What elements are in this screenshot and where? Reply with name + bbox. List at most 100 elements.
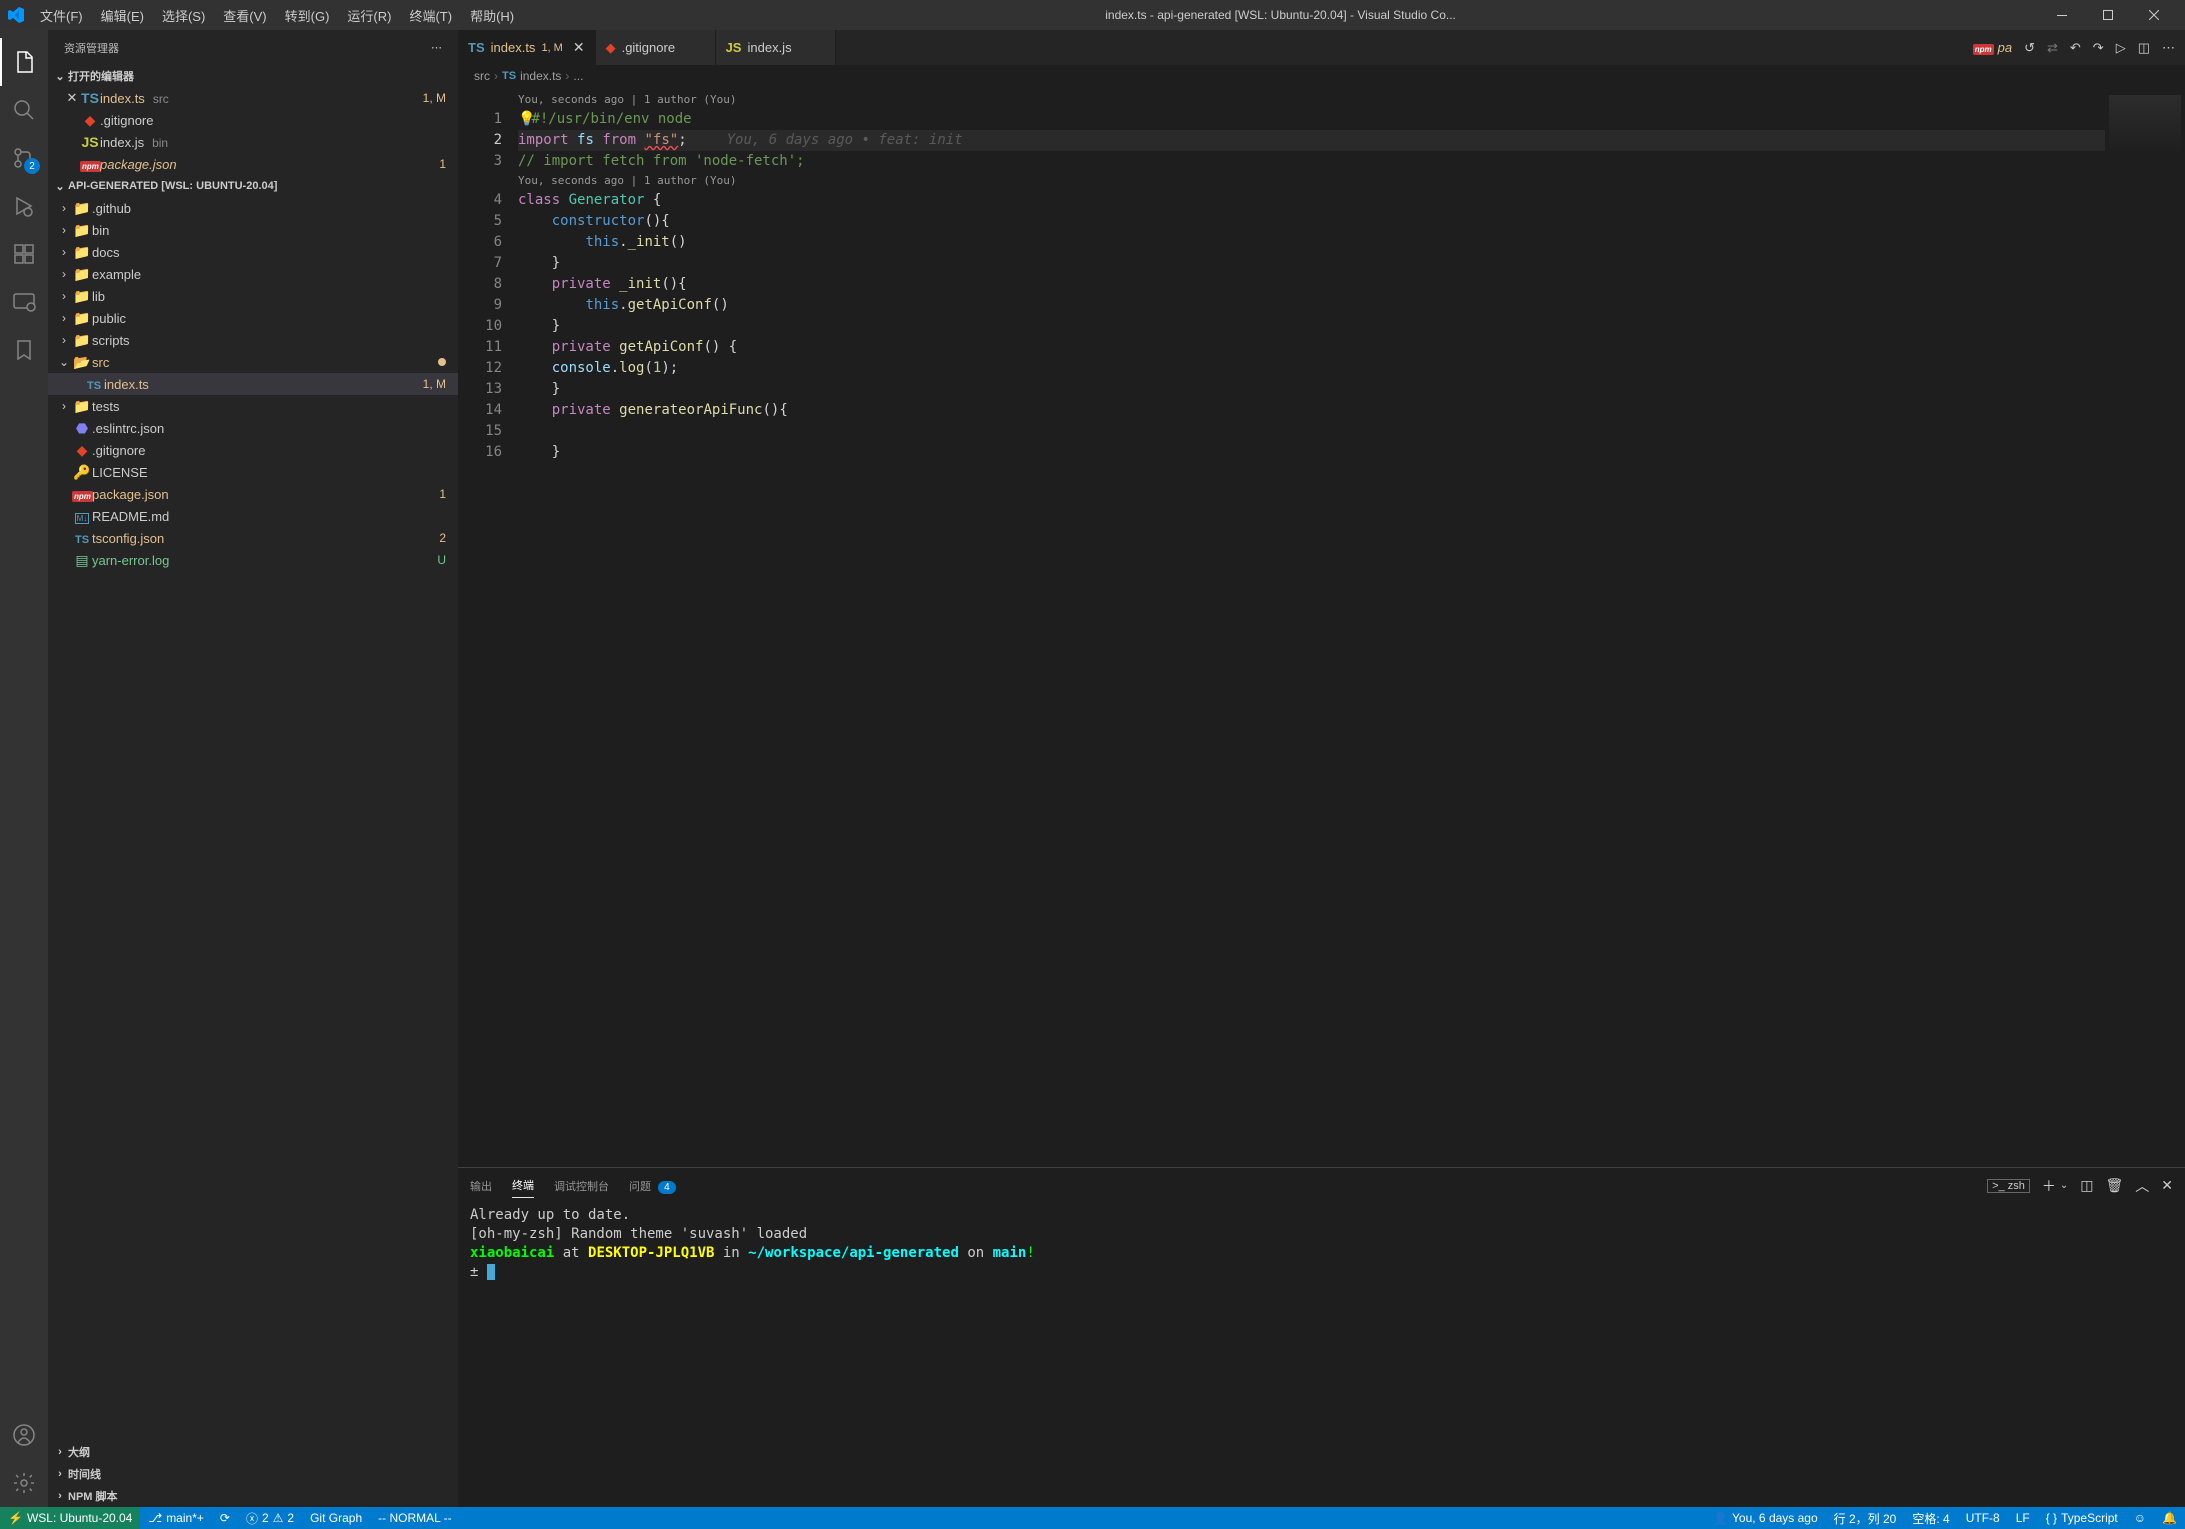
folder-item[interactable]: ›📁.github: [48, 197, 458, 219]
timeline-header[interactable]: › 时间线: [48, 1463, 458, 1485]
editor-tab[interactable]: ◆ .gitignore: [596, 30, 716, 65]
status-sync[interactable]: ⟳: [212, 1507, 238, 1529]
history-icon[interactable]: ↺: [2024, 40, 2035, 56]
breadcrumb-item[interactable]: ...: [573, 69, 583, 83]
menu-go[interactable]: 转到(G): [277, 2, 338, 29]
activity-scm[interactable]: 2: [0, 134, 48, 182]
status-gitgraph[interactable]: Git Graph: [302, 1507, 370, 1529]
status-branch[interactable]: ⎇ main*+: [140, 1507, 212, 1529]
open-editors-list: ✕ TS index.tssrc 1, M ◆ .gitignore JS in…: [48, 87, 458, 175]
changes-icon[interactable]: ⇄: [2047, 40, 2058, 56]
terminal-dropdown-icon[interactable]: ⌄: [2060, 1180, 2068, 1191]
close-icon[interactable]: ✕: [64, 90, 80, 106]
editor-tab[interactable]: TS index.ts 1, M ✕: [458, 30, 596, 65]
status-encoding[interactable]: UTF-8: [1958, 1507, 2008, 1529]
menu-edit[interactable]: 编辑(E): [93, 2, 152, 29]
panel-tab-output[interactable]: 输出: [470, 1174, 492, 1198]
workspace-header[interactable]: ⌄ API-GENERATED [WSL: UBUNTU-20.04]: [48, 175, 458, 197]
more-icon[interactable]: ⋯: [2162, 40, 2175, 56]
kill-terminal-icon[interactable]: 🗑: [2105, 1177, 2123, 1194]
status-feedback[interactable]: ☺: [2126, 1507, 2154, 1529]
sidebar-more-icon[interactable]: ⋯: [431, 41, 442, 54]
status-problems[interactable]: ⓧ2 ⚠2: [238, 1507, 302, 1529]
folder-icon: 📁: [72, 398, 92, 415]
panel-tab-debug[interactable]: 调试控制台: [554, 1174, 609, 1198]
open-editor-item[interactable]: ◆ .gitignore: [48, 109, 458, 131]
panel-tab-problems[interactable]: 问题 4: [629, 1174, 676, 1198]
file-item[interactable]: TStsconfig.json2: [48, 527, 458, 549]
file-name: index.tssrc: [100, 91, 415, 106]
status-remote[interactable]: ⚡ WSL: Ubuntu-20.04: [0, 1507, 140, 1529]
file-item[interactable]: npmpackage.json1: [48, 483, 458, 505]
close-panel-icon[interactable]: ✕: [2161, 1177, 2173, 1194]
file-item[interactable]: M↓README.md: [48, 505, 458, 527]
split-terminal-icon[interactable]: ◫: [2080, 1177, 2093, 1194]
outline-header[interactable]: › 大纲: [48, 1441, 458, 1463]
terminal-input-line[interactable]: ±: [470, 1264, 2173, 1283]
menu-help[interactable]: 帮助(H): [462, 2, 522, 29]
minimap[interactable]: [2105, 87, 2185, 1167]
open-editor-item[interactable]: npm package.json 1: [48, 153, 458, 175]
open-editor-item[interactable]: ✕ TS index.tssrc 1, M: [48, 87, 458, 109]
editor-body[interactable]: 1 2 3 4 5 6 7 8 9 10 11 12 13 14 15 16 Y…: [458, 87, 2185, 1167]
terminal[interactable]: Already up to date. [oh-my-zsh] Random t…: [458, 1203, 2185, 1507]
status-eol[interactable]: LF: [2008, 1507, 2038, 1529]
activity-bookmarks[interactable]: [0, 326, 48, 374]
activity-run-debug[interactable]: [0, 182, 48, 230]
next-change-icon[interactable]: ↷: [2093, 40, 2104, 56]
close-button[interactable]: [2131, 0, 2177, 30]
activity-remote[interactable]: [0, 278, 48, 326]
prev-change-icon[interactable]: ↶: [2070, 40, 2081, 56]
folder-item[interactable]: ›📁public: [48, 307, 458, 329]
editor-tabs: TS index.ts 1, M ✕ ◆ .gitignore JS index…: [458, 30, 2185, 65]
breadcrumb-item[interactable]: src: [474, 69, 490, 83]
menu-view[interactable]: 查看(V): [215, 2, 274, 29]
status-cursor-position[interactable]: 行 2，列 20: [1826, 1507, 1905, 1529]
folder-item[interactable]: ›📁bin: [48, 219, 458, 241]
folder-item[interactable]: ›📁tests: [48, 395, 458, 417]
open-editors-header[interactable]: ⌄ 打开的编辑器: [48, 65, 458, 87]
new-terminal-icon[interactable]: ＋: [2042, 1176, 2056, 1196]
close-icon[interactable]: ✕: [573, 39, 585, 56]
file-item[interactable]: ⬣.eslintrc.json: [48, 417, 458, 439]
open-editor-item[interactable]: JS index.jsbin: [48, 131, 458, 153]
status-indent[interactable]: 空格: 4: [1904, 1507, 1957, 1529]
editor-tab[interactable]: JS index.js: [716, 30, 836, 65]
split-editor-icon[interactable]: ◫: [2138, 40, 2150, 56]
maximize-panel-icon[interactable]: ︿: [2135, 1176, 2149, 1196]
activity-extensions[interactable]: [0, 230, 48, 278]
run-icon[interactable]: ▷: [2116, 40, 2126, 56]
status-vim-mode[interactable]: -- NORMAL --: [370, 1507, 460, 1529]
menu-run[interactable]: 运行(R): [339, 2, 399, 29]
file-item[interactable]: TSindex.ts1, M: [48, 373, 458, 395]
tab-label-overflow[interactable]: pa: [1998, 40, 2012, 55]
file-item[interactable]: ◆.gitignore: [48, 439, 458, 461]
codelens[interactable]: You, seconds ago | 1 author (You): [518, 172, 2105, 190]
code-area[interactable]: You, seconds ago | 1 author (You) 💡#!/us…: [518, 87, 2105, 1167]
menu-selection[interactable]: 选择(S): [154, 2, 213, 29]
folder-item[interactable]: ›📁scripts: [48, 329, 458, 351]
folder-item[interactable]: ›📁docs: [48, 241, 458, 263]
activity-account[interactable]: [0, 1411, 48, 1459]
folder-item[interactable]: ⌄📂src: [48, 351, 458, 373]
menu-file[interactable]: 文件(F): [32, 2, 91, 29]
npm-scripts-header[interactable]: › NPM 脚本: [48, 1485, 458, 1507]
maximize-button[interactable]: [2085, 0, 2131, 30]
minimize-button[interactable]: [2039, 0, 2085, 30]
terminal-profile[interactable]: >_ zsh: [1987, 1179, 2030, 1193]
breadcrumb[interactable]: src › TS index.ts › ...: [458, 65, 2185, 87]
file-item[interactable]: 🔑LICENSE: [48, 461, 458, 483]
file-item[interactable]: ▤yarn-error.logU: [48, 549, 458, 571]
menu-terminal[interactable]: 终端(T): [401, 2, 460, 29]
folder-item[interactable]: ›📁lib: [48, 285, 458, 307]
activity-search[interactable]: [0, 86, 48, 134]
folder-item[interactable]: ›📁example: [48, 263, 458, 285]
panel-tab-terminal[interactable]: 终端: [512, 1173, 534, 1198]
activity-explorer[interactable]: [0, 38, 48, 86]
status-notifications[interactable]: 🔔: [2154, 1507, 2185, 1529]
codelens[interactable]: You, seconds ago | 1 author (You): [518, 91, 2105, 109]
breadcrumb-item[interactable]: index.ts: [520, 69, 561, 83]
status-language[interactable]: { } TypeScript: [2038, 1507, 2126, 1529]
status-blame[interactable]: 👤 You, 6 days ago: [1705, 1507, 1826, 1529]
activity-settings[interactable]: [0, 1459, 48, 1507]
